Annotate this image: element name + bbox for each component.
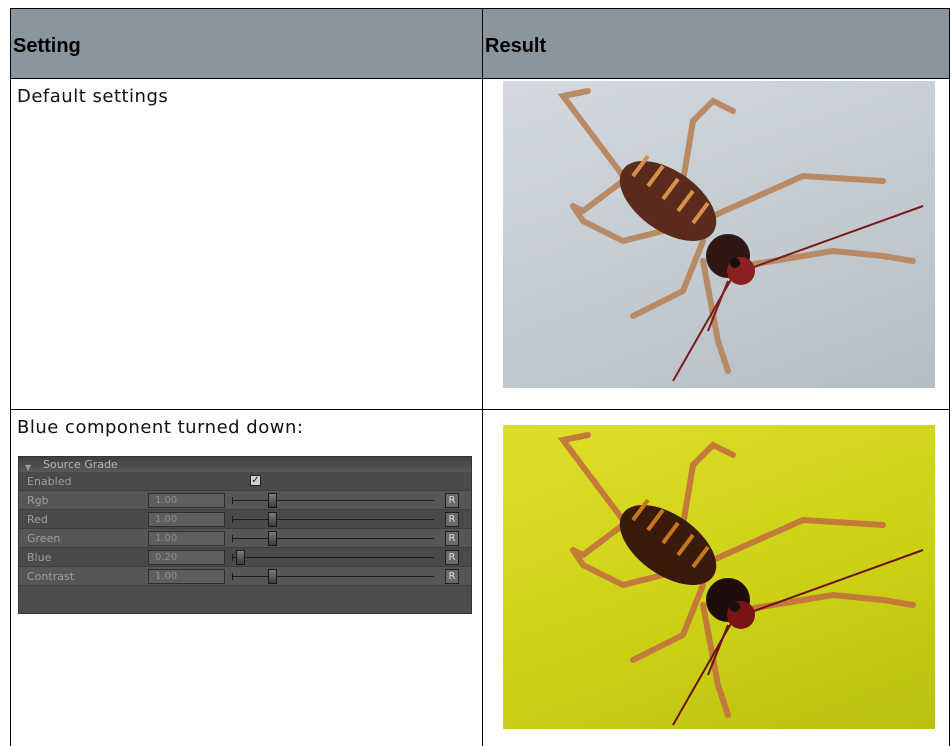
param-row-green: Green 1.00 R: [19, 529, 471, 548]
param-label: Blue: [27, 551, 52, 564]
slider-track[interactable]: [232, 519, 434, 520]
value-field[interactable]: 0.20: [148, 550, 225, 565]
slider-track[interactable]: [232, 538, 434, 539]
slider-thumb[interactable]: [268, 531, 277, 546]
param-label: Green: [27, 532, 61, 545]
reset-button[interactable]: R: [445, 531, 459, 546]
param-label: Rgb: [27, 494, 49, 507]
cricket-photo: [503, 81, 935, 388]
param-label: Contrast: [27, 570, 75, 583]
cricket-photo-yellow-svg: [557, 432, 924, 726]
value-field[interactable]: 1.00: [148, 531, 225, 546]
slider-thumb[interactable]: [236, 550, 245, 565]
slider-thumb[interactable]: [268, 512, 277, 527]
reset-button[interactable]: R: [445, 569, 459, 584]
slider-tick: [232, 497, 233, 504]
enabled-checkbox[interactable]: ✓: [250, 475, 261, 486]
slider-thumb[interactable]: [268, 569, 277, 584]
cricket-photo-svg: [557, 88, 924, 382]
slider-tick: [232, 554, 233, 561]
slider-tick: [232, 535, 233, 542]
source-grade-panel: ▼ Source Grade Enabled ✓ Rgb 1.00 R Red 1.00…: [18, 456, 472, 614]
header-setting: Setting: [10, 8, 483, 79]
slider-thumb[interactable]: [268, 493, 277, 508]
reset-button[interactable]: R: [445, 493, 459, 508]
slider-tick: [232, 516, 233, 523]
panel-header[interactable]: ▼ Source Grade: [19, 457, 471, 472]
reset-button[interactable]: R: [445, 550, 459, 565]
value-field[interactable]: 1.00: [148, 569, 225, 584]
param-label: Red: [27, 513, 48, 526]
param-row-enabled: Enabled ✓: [19, 472, 471, 491]
setting-cell: Blue component turned down: ▼ Source Gra…: [10, 409, 483, 746]
param-label: Enabled: [27, 475, 72, 488]
param-row-rgb: Rgb 1.00 R: [19, 491, 471, 510]
setting-text: Blue component turned down:: [17, 417, 304, 438]
param-row-blue: Blue 0.20 R: [19, 548, 471, 567]
slider-track[interactable]: [232, 557, 434, 558]
value-field[interactable]: 1.00: [148, 512, 225, 527]
panel-title: Source Grade: [43, 458, 118, 471]
slider-tick: [232, 573, 233, 580]
header-result: Result: [482, 8, 950, 79]
setting-cell: Default settings: [10, 78, 483, 410]
cricket-photo-yellow: [503, 425, 935, 729]
param-row-contrast: Contrast 1.00 R: [19, 567, 471, 586]
reset-button[interactable]: R: [445, 512, 459, 527]
param-row-red: Red 1.00 R: [19, 510, 471, 529]
setting-text: Default settings: [17, 86, 169, 107]
slider-track[interactable]: [232, 500, 434, 501]
slider-track[interactable]: [232, 576, 434, 577]
value-field[interactable]: 1.00: [148, 493, 225, 508]
